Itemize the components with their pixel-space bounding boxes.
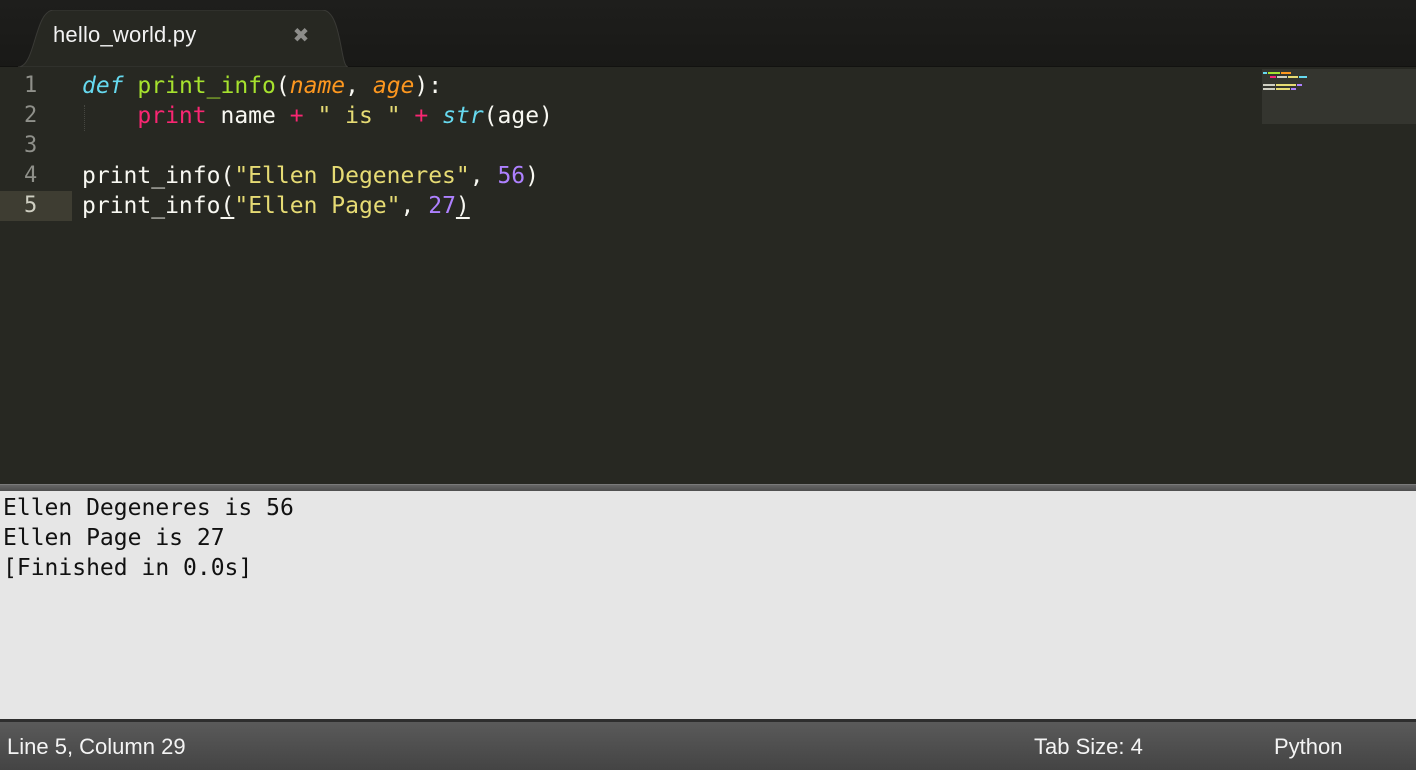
line-number: 5	[0, 191, 72, 221]
code-token: " is "	[317, 103, 401, 129]
code-token: )	[525, 163, 539, 189]
close-tab-icon[interactable]: ✖	[290, 24, 312, 46]
tab-bar: hello_world.py ✖	[0, 0, 1416, 67]
code-token: 27	[428, 193, 456, 219]
minimap-line	[1276, 84, 1296, 86]
code-token: ):	[414, 73, 443, 99]
code-line[interactable]: print name + " is " + str(age)	[82, 101, 553, 131]
code-token: (	[220, 193, 235, 219]
build-output-panel[interactable]: Ellen Degeneres is 56 Ellen Page is 27 [Fi…	[0, 491, 1416, 719]
code-token: name	[206, 103, 290, 129]
line-number: 1	[0, 71, 72, 101]
indent-guide	[84, 105, 85, 131]
code-token: def	[82, 73, 124, 99]
minimap-line	[1263, 72, 1267, 74]
line-number-text: 5	[24, 193, 38, 218]
cursor-position: Line 5, Column 29	[7, 734, 186, 759]
line-number: 2	[0, 101, 72, 131]
code-token: "Ellen Page"	[234, 193, 401, 219]
code-editor[interactable]: 12345 def print_info(name, age): print n…	[0, 67, 1416, 484]
code-token: )	[455, 193, 470, 219]
minimap-line	[1288, 76, 1298, 78]
tab-size-selector[interactable]: Tab Size: 4	[1034, 734, 1143, 760]
line-number: 3	[0, 131, 72, 161]
line-number: 4	[0, 161, 72, 191]
code-token: 56	[497, 163, 526, 189]
code-token: print_info(	[82, 163, 235, 189]
code-token: print	[137, 103, 207, 129]
output-line: [Finished in 0.0s]	[3, 555, 253, 581]
minimap-line	[1268, 72, 1280, 74]
code-token: "Ellen Degeneres"	[234, 163, 470, 189]
output-line: Ellen Degeneres is 56	[3, 495, 294, 521]
code-token: ,	[469, 163, 498, 189]
minimap-line	[1276, 88, 1290, 90]
line-number-text: 3	[24, 133, 38, 158]
minimap-line	[1281, 72, 1291, 74]
minimap-line	[1299, 76, 1307, 78]
code-token: print_info	[82, 193, 221, 219]
code-token: age	[372, 73, 415, 99]
code-token: (age)	[483, 103, 553, 129]
code-line[interactable]: print_info("Ellen Degeneres", 56)	[82, 161, 539, 191]
line-number-gutter: 1 2 3 4 5	[0, 67, 72, 484]
line-number-text: 4	[24, 163, 38, 188]
minimap-line	[1270, 76, 1276, 78]
minimap-line	[1263, 84, 1275, 86]
minimap-line	[1291, 88, 1296, 90]
minimap-line	[1297, 84, 1302, 86]
code-token: ,	[400, 193, 429, 219]
output-line: Ellen Page is 27	[3, 525, 225, 551]
minimap-line	[1277, 76, 1287, 78]
code-line[interactable]: print_info("Ellen Page", 27)	[82, 191, 470, 221]
code-token: +	[289, 103, 304, 129]
tab-filename: hello_world.py	[53, 22, 197, 47]
syntax-selector[interactable]: Python	[1274, 734, 1343, 760]
code-token: print_info	[137, 73, 276, 99]
status-bar: Line 5, Column 29 Tab Size: 4 Python	[0, 719, 1416, 770]
line-number-text: 2	[24, 103, 38, 128]
code-token: str	[442, 103, 484, 129]
code-line[interactable]: def print_info(name, age):	[82, 71, 442, 101]
code-token: ,	[345, 73, 373, 99]
code-token: (	[275, 73, 290, 99]
code-token: +	[414, 103, 429, 129]
code-token: name	[289, 73, 346, 99]
line-number-text: 1	[24, 73, 38, 98]
file-tab[interactable]: hello_world.py ✖	[18, 10, 348, 67]
minimap[interactable]	[1262, 69, 1416, 124]
minimap-line	[1263, 88, 1275, 90]
